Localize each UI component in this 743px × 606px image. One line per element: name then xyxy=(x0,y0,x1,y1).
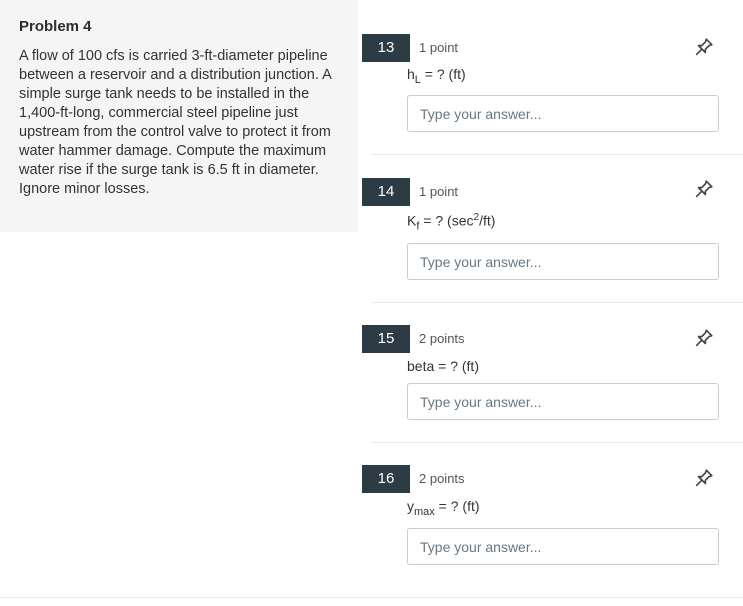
question-points: 2 points xyxy=(419,471,465,486)
answer-input[interactable] xyxy=(407,243,719,280)
answer-input[interactable] xyxy=(407,528,719,565)
answer-input[interactable] xyxy=(407,383,719,420)
pin-icon[interactable] xyxy=(693,36,715,58)
question-label: Kf = ? (sec2/ft) xyxy=(407,212,496,233)
question-points: 1 point xyxy=(419,184,459,199)
pin-icon[interactable] xyxy=(693,467,715,489)
question-label: ymax = ? (ft) xyxy=(407,498,480,518)
divider xyxy=(372,302,743,303)
problem-text: A flow of 100 cfs is carried 3-ft-diamet… xyxy=(19,48,331,197)
question-number: 16 xyxy=(362,465,410,493)
pin-icon[interactable] xyxy=(693,178,715,200)
divider xyxy=(372,442,743,443)
divider xyxy=(0,597,743,598)
divider xyxy=(372,154,743,155)
pin-icon[interactable] xyxy=(693,327,715,349)
answer-input[interactable] xyxy=(407,95,719,132)
question-points: 2 points xyxy=(419,331,465,346)
question-label: hL = ? (ft) xyxy=(407,66,466,86)
question-label: beta = ? (ft) xyxy=(407,358,479,374)
question-number: 14 xyxy=(362,178,410,206)
problem-title: Problem 4 xyxy=(19,18,92,35)
problem-panel: Problem 4 A flow of 100 cfs is carried 3… xyxy=(0,0,358,232)
question-points: 1 point xyxy=(419,40,459,55)
question-number: 15 xyxy=(362,325,410,353)
question-number: 13 xyxy=(362,34,410,62)
